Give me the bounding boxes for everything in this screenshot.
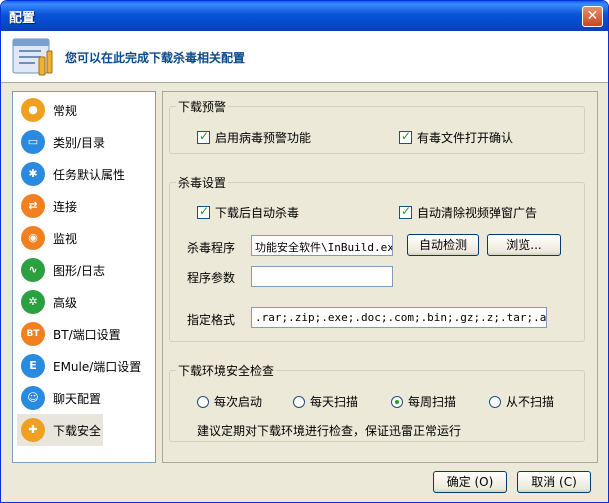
auto-scan-checkbox[interactable]: 下载后自动杀毒: [197, 204, 299, 221]
sidebar-item-general[interactable]: ● 常规: [17, 94, 103, 126]
emule-icon: E: [21, 354, 45, 378]
program-label: 杀毒程序: [187, 241, 236, 255]
cancel-button[interactable]: 取消 (C): [517, 471, 591, 493]
sidebar-item-label: 类别/目录: [53, 136, 106, 150]
checkbox-label: 下载后自动杀毒: [215, 206, 300, 220]
shield-icon: ✚: [21, 418, 45, 442]
params-label: 程序参数: [187, 271, 236, 285]
group-title: 杀毒设置: [178, 176, 227, 190]
sidebar-item-label: 高级: [53, 296, 78, 310]
checkbox-label: 启用病毒预警功能: [215, 131, 312, 145]
window-title: 配置: [9, 11, 36, 26]
title-bar[interactable]: 配置 ✕: [1, 1, 608, 31]
ok-button[interactable]: 确定 (O): [433, 471, 507, 493]
sidebar-item-category[interactable]: ▭ 类别/目录: [17, 126, 106, 158]
checkbox-checked[interactable]: [197, 129, 210, 144]
sidebar-item-label: 下载安全: [53, 424, 102, 438]
group-title: 下载环境安全检查: [178, 364, 275, 378]
radio-label: 每次启动: [214, 395, 263, 409]
sidebar-item-advanced[interactable]: ✲ 高级: [17, 286, 103, 318]
bt-icon: BT: [21, 322, 45, 346]
sidebar-item-task-defaults[interactable]: ✱ 任务默认属性: [17, 158, 125, 190]
sidebar-item-bt-port[interactable]: BT BT/端口设置: [17, 318, 121, 350]
sidebar-item-label: 连接: [53, 200, 78, 214]
folder-icon: ▭: [21, 130, 45, 154]
close-icon[interactable]: ✕: [582, 6, 603, 27]
enable-alert-checkbox[interactable]: 启用病毒预警功能: [197, 129, 311, 146]
sidebar-item-connection[interactable]: ⇄ 连接: [17, 190, 103, 222]
radio-button[interactable]: [489, 395, 501, 408]
checkbox-label: 有毒文件打开确认: [417, 131, 514, 145]
sidebar-item-monitor[interactable]: ◉ 监视: [17, 222, 103, 254]
radio-daily-scan[interactable]: 每天扫描: [293, 393, 358, 410]
checkbox-checked[interactable]: [197, 204, 210, 219]
radio-label: 每周扫描: [408, 395, 457, 409]
radio-never-scan[interactable]: 从不扫描: [489, 393, 554, 410]
browse-button[interactable]: 浏览...: [487, 234, 561, 256]
sidebar-item-download-security[interactable]: ✚ 下载安全: [17, 414, 103, 446]
header-banner: 您可以在此完成下载杀毒相关配置: [1, 31, 608, 83]
wheel-icon: ✲: [21, 290, 45, 314]
sidebar-item-emule-port[interactable]: E EMule/端口设置: [17, 350, 141, 382]
file-formats-input[interactable]: .rar;.zip;.exe;.doc;.com;.bin;.gz;.z;.ta…: [251, 307, 547, 328]
connect-icon: ⇄: [21, 194, 45, 218]
confirm-open-checkbox[interactable]: 有毒文件打开确认: [399, 129, 513, 146]
radio-button-selected[interactable]: [391, 395, 403, 408]
sidebar-item-chat[interactable]: ☺ 聊天配置: [17, 382, 103, 414]
antivirus-program-input[interactable]: 功能安全软件\InBuild.exe: [251, 235, 393, 256]
header-description: 您可以在此完成下载杀毒相关配置: [65, 51, 246, 65]
radio-button[interactable]: [197, 395, 209, 408]
radio-label: 从不扫描: [506, 395, 555, 409]
user-icon: ●: [21, 98, 45, 122]
sidebar-item-label: 聊天配置: [53, 392, 102, 406]
graph-icon: ∿: [21, 258, 45, 282]
chat-icon: ☺: [21, 386, 45, 410]
sidebar-item-label: 常规: [53, 104, 78, 118]
sidebar-item-label: EMule/端口设置: [53, 360, 142, 374]
gear-icon: ✱: [21, 162, 45, 186]
sidebar-item-label: BT/端口设置: [53, 328, 121, 342]
radio-each-startup[interactable]: 每次启动: [197, 393, 262, 410]
settings-panel-icon: [12, 38, 53, 76]
sidebar-item-label: 监视: [53, 232, 78, 246]
radio-weekly-scan[interactable]: 每周扫描: [391, 393, 456, 410]
checkbox-checked[interactable]: [399, 204, 412, 219]
sidebar-item-label: 任务默认属性: [53, 168, 126, 182]
radio-label: 每天扫描: [310, 395, 359, 409]
auto-clear-ads-checkbox[interactable]: 自动清除视频弹窗广告: [399, 204, 537, 221]
config-window: 配置 ✕ 您可以在此完成下载杀毒相关配置 ● 常规 ▭ 类别/目录 ✱ 任务默认…: [0, 0, 609, 503]
checkbox-checked[interactable]: [399, 129, 412, 144]
formats-label: 指定格式: [187, 313, 236, 327]
radio-button[interactable]: [293, 395, 305, 408]
sidebar-item-label: 图形/日志: [53, 264, 106, 278]
checkbox-label: 自动清除视频弹窗广告: [417, 206, 538, 220]
sidebar: ● 常规 ▭ 类别/目录 ✱ 任务默认属性 ⇄ 连接 ◉ 监视 ∿ 图形/日志 …: [12, 91, 156, 463]
program-params-input[interactable]: [251, 266, 393, 287]
monitor-icon: ◉: [21, 226, 45, 250]
env-check-note: 建议定期对下载环境进行检查，保证迅雷正常运行: [197, 424, 462, 438]
sidebar-item-graph-log[interactable]: ∿ 图形/日志: [17, 254, 106, 286]
auto-detect-button[interactable]: 自动检测: [407, 234, 479, 256]
group-title: 下载预警: [178, 100, 227, 114]
settings-panel: 下载预警 启用病毒预警功能 有毒文件打开确认 杀毒设置 下载后自动杀毒 自动清除…: [162, 91, 598, 463]
